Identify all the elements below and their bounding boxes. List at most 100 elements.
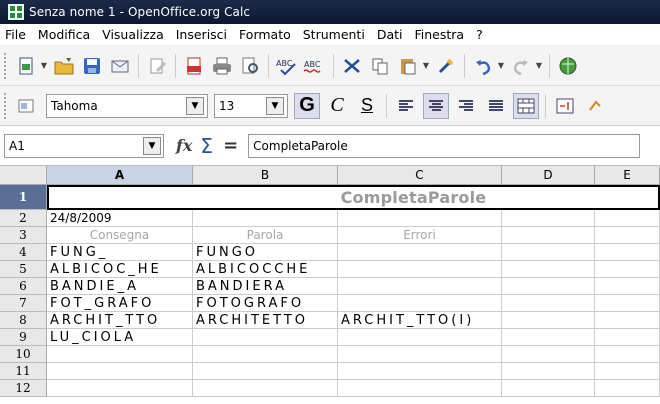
italic-button[interactable]: C bbox=[324, 93, 350, 119]
font-size-dropdown[interactable]: ▼ bbox=[266, 96, 284, 115]
function-wizard-icon[interactable]: fx bbox=[176, 136, 192, 155]
cell-b9[interactable] bbox=[193, 329, 338, 346]
cell-b4[interactable]: FUNGO bbox=[193, 244, 338, 261]
cell-e11[interactable] bbox=[595, 363, 660, 380]
cell-b6[interactable]: BANDIERA bbox=[193, 278, 338, 295]
cell-e6[interactable] bbox=[595, 278, 660, 295]
menu-inserisci[interactable]: Inserisci bbox=[176, 27, 227, 42]
menu-modifica[interactable]: Modifica bbox=[38, 27, 90, 42]
cell-a10[interactable] bbox=[47, 346, 193, 363]
menu-visualizza[interactable]: Visualizza bbox=[102, 27, 164, 42]
new-document-icon[interactable] bbox=[14, 54, 38, 78]
paste-dropdown-arrow[interactable]: ▼ bbox=[422, 54, 430, 78]
cell-b8[interactable]: ARCHITETTO bbox=[193, 312, 338, 329]
cell-a7[interactable]: FOT_GRAFO bbox=[47, 295, 193, 312]
cell-c2[interactable] bbox=[338, 210, 502, 227]
cell-e5[interactable] bbox=[595, 261, 660, 278]
cut-icon[interactable] bbox=[340, 54, 364, 78]
autospellcheck-icon[interactable]: ABC bbox=[303, 54, 327, 78]
row-header-11[interactable]: 11 bbox=[0, 363, 47, 380]
align-right-icon[interactable] bbox=[453, 93, 479, 119]
menu-finestra[interactable]: Finestra bbox=[414, 27, 464, 42]
cell-e9[interactable] bbox=[595, 329, 660, 346]
undo-dropdown-arrow[interactable]: ▼ bbox=[497, 54, 505, 78]
row-header-2[interactable]: 2 bbox=[0, 210, 47, 227]
cell-b3[interactable]: Parola bbox=[193, 227, 338, 244]
align-center-icon[interactable] bbox=[423, 92, 449, 119]
cell-e8[interactable] bbox=[595, 312, 660, 329]
function-icon[interactable]: = bbox=[223, 135, 238, 156]
underline-button[interactable]: S bbox=[354, 93, 380, 119]
cell-c4[interactable] bbox=[338, 244, 502, 261]
export-pdf-icon[interactable] bbox=[182, 54, 206, 78]
row-header-1[interactable]: 1 bbox=[0, 185, 47, 210]
cell-c9[interactable] bbox=[338, 329, 502, 346]
navigator-icon[interactable] bbox=[556, 54, 580, 78]
justify-icon[interactable] bbox=[483, 93, 509, 119]
column-header-e[interactable]: E bbox=[595, 166, 660, 185]
cell-a11[interactable] bbox=[47, 363, 193, 380]
styles-icon[interactable] bbox=[14, 94, 38, 118]
print-icon[interactable] bbox=[210, 54, 234, 78]
toolbar-grip[interactable] bbox=[4, 92, 8, 119]
cell-e12[interactable] bbox=[595, 380, 660, 397]
spellcheck-icon[interactable]: ABC bbox=[275, 54, 299, 78]
merge-cells-icon[interactable] bbox=[513, 92, 539, 119]
paste-icon[interactable] bbox=[396, 54, 420, 78]
cell-c12[interactable] bbox=[338, 380, 502, 397]
menu-help[interactable]: ? bbox=[476, 27, 483, 42]
menu-file[interactable]: File bbox=[5, 27, 26, 42]
cell-c8[interactable]: ARCHIT_TTO(I) bbox=[338, 312, 502, 329]
new-dropdown-arrow[interactable]: ▼ bbox=[40, 54, 48, 78]
cell-e10[interactable] bbox=[595, 346, 660, 363]
font-name-dropdown[interactable]: ▼ bbox=[186, 96, 204, 115]
cell-d2[interactable] bbox=[502, 210, 595, 227]
cell-d7[interactable] bbox=[502, 295, 595, 312]
menu-strumenti[interactable]: Strumenti bbox=[303, 27, 365, 42]
column-header-c[interactable]: C bbox=[338, 166, 502, 185]
cell-d3[interactable] bbox=[502, 227, 595, 244]
cell-d10[interactable] bbox=[502, 346, 595, 363]
cell-b5[interactable]: ALBICOCCHE bbox=[193, 261, 338, 278]
cell-e3[interactable] bbox=[595, 227, 660, 244]
cell-b2[interactable] bbox=[193, 210, 338, 227]
menu-dati[interactable]: Dati bbox=[377, 27, 403, 42]
font-size-box[interactable]: 13 ▼ bbox=[214, 93, 288, 118]
cell-c10[interactable] bbox=[338, 346, 502, 363]
name-box[interactable]: A1 ▼ bbox=[4, 133, 164, 158]
edit-file-icon[interactable] bbox=[145, 54, 169, 78]
row-header-5[interactable]: 5 bbox=[0, 261, 47, 278]
sum-icon[interactable]: Σ bbox=[200, 134, 213, 158]
cell-d5[interactable] bbox=[502, 261, 595, 278]
open-folder-icon[interactable] bbox=[52, 54, 76, 78]
cell-c5[interactable] bbox=[338, 261, 502, 278]
select-all-corner[interactable] bbox=[0, 166, 47, 185]
cell-c3[interactable]: Errori bbox=[338, 227, 502, 244]
cell-d12[interactable] bbox=[502, 380, 595, 397]
cell-d8[interactable] bbox=[502, 312, 595, 329]
cell-a4[interactable]: FUNG_ bbox=[47, 244, 193, 261]
cell-d6[interactable] bbox=[502, 278, 595, 295]
cell-a1-merged[interactable]: CompletaParole bbox=[47, 185, 660, 210]
row-header-6[interactable]: 6 bbox=[0, 278, 47, 295]
cell-a3[interactable]: Consegna bbox=[47, 227, 193, 244]
text-direction-icon[interactable] bbox=[582, 93, 608, 119]
cell-e2[interactable] bbox=[595, 210, 660, 227]
cell-e4[interactable] bbox=[595, 244, 660, 261]
cell-d9[interactable] bbox=[502, 329, 595, 346]
font-name-box[interactable]: Tahoma ▼ bbox=[46, 93, 208, 118]
cell-c11[interactable] bbox=[338, 363, 502, 380]
copy-icon[interactable] bbox=[368, 54, 392, 78]
formula-input[interactable]: CompletaParole bbox=[248, 133, 641, 158]
cell-d4[interactable] bbox=[502, 244, 595, 261]
row-header-12[interactable]: 12 bbox=[0, 380, 47, 397]
cell-e7[interactable] bbox=[595, 295, 660, 312]
clone-format-icon[interactable] bbox=[434, 54, 458, 78]
cell-a6[interactable]: BANDIE_A bbox=[47, 278, 193, 295]
column-header-b[interactable]: B bbox=[193, 166, 338, 185]
undo-icon[interactable] bbox=[471, 54, 495, 78]
toolbar-grip[interactable] bbox=[4, 52, 8, 79]
row-header-9[interactable]: 9 bbox=[0, 329, 47, 346]
cell-b12[interactable] bbox=[193, 380, 338, 397]
menu-formato[interactable]: Formato bbox=[239, 27, 291, 42]
